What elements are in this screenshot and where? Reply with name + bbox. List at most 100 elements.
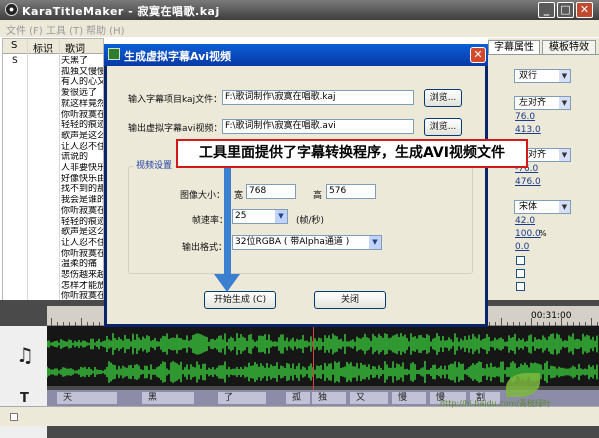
- browse-output-button[interactable]: 浏览...: [424, 118, 462, 136]
- align-select-value: 左对齐: [519, 98, 547, 108]
- app-icon: [5, 3, 18, 16]
- fps-select[interactable]: 25 ▼: [232, 209, 288, 224]
- ruler-tick: [51, 318, 52, 326]
- tab-template-effects[interactable]: 模板特效: [542, 40, 596, 54]
- lyric-row[interactable]: 天黑了: [61, 56, 103, 66]
- dialog-close-icon[interactable]: ✕: [470, 47, 486, 63]
- col-header-s[interactable]: S: [11, 40, 17, 51]
- scale-value[interactable]: 100.0: [515, 229, 541, 239]
- input-kaj-field[interactable]: F:\歌词制作\寂寞在唱歌.kaj: [222, 90, 414, 105]
- output-avi-field[interactable]: F:\歌词制作\寂寞在唱歌.avi: [222, 119, 414, 134]
- annotation-arrow-head: [214, 274, 240, 292]
- col-header-mark[interactable]: 标识: [33, 40, 53, 55]
- annotation-arrow: [224, 168, 231, 274]
- lyric-row[interactable]: 让人忍不住: [61, 142, 103, 152]
- menu-file[interactable]: 文件 (F): [6, 22, 43, 37]
- option-checkbox[interactable]: [516, 282, 525, 291]
- dialog-title-bar[interactable]: 生成虚拟字幕Avi视频 ✕: [104, 44, 488, 66]
- col-header-lyric[interactable]: 歌词: [65, 40, 85, 55]
- height-label: 高: [313, 191, 323, 201]
- image-size-label: 图像大小：: [180, 191, 226, 201]
- width-field[interactable]: 768: [246, 184, 296, 199]
- subtitle-block[interactable]: 独: [312, 392, 346, 404]
- dialog-icon: [108, 48, 120, 60]
- option-checkbox[interactable]: [516, 269, 525, 278]
- lyric-row[interactable]: 温柔的痛: [61, 259, 103, 269]
- lyric-row[interactable]: 歌声是这么: [61, 227, 103, 237]
- format-select-value: 32位RGBA ( 带Alpha通道 ): [235, 237, 350, 247]
- lyric-row[interactable]: 歌声是这么: [61, 131, 103, 141]
- lyric-row[interactable]: 悲伤越来越: [61, 270, 103, 280]
- width-label: 宽: [234, 191, 244, 201]
- column-divider: [27, 39, 28, 329]
- dialog-close-button[interactable]: 关闭: [314, 291, 386, 309]
- lyric-row[interactable]: 你听寂寞在: [61, 249, 103, 259]
- font-select[interactable]: 宋体 ▼: [514, 200, 571, 214]
- lyric-row[interactable]: 你听寂寞在: [61, 110, 103, 120]
- rotation-value[interactable]: 0.0: [515, 242, 529, 252]
- subtitle-block[interactable]: 天: [57, 392, 117, 404]
- fps-label: 帧速率：: [192, 216, 229, 226]
- lyric-row[interactable]: 轻轻的痕迹: [61, 217, 103, 227]
- column-divider: [59, 39, 60, 329]
- format-select[interactable]: 32位RGBA ( 带Alpha通道 ) ▼: [232, 235, 382, 250]
- option-checkbox[interactable]: [516, 256, 525, 265]
- align-select[interactable]: 左对齐 ▼: [514, 96, 571, 110]
- subtitle-block[interactable]: 孤: [286, 392, 310, 404]
- start-generate-button[interactable]: 开始生成 (C): [204, 291, 276, 309]
- ruler-tick: [591, 318, 592, 326]
- status-bar: [0, 406, 599, 426]
- subtitle-block[interactable]: 了: [218, 392, 266, 404]
- text-track-icon[interactable]: T: [20, 391, 29, 406]
- subtitle-block[interactable]: 慢: [392, 392, 426, 404]
- chevron-down-icon: ▼: [559, 201, 570, 213]
- percent-unit: %: [539, 229, 547, 238]
- fps-unit: (帧/秒): [296, 216, 325, 226]
- chevron-down-icon: ▼: [369, 236, 381, 249]
- menu-bar: 文件 (F) 工具 (T) 帮助 (H): [0, 20, 599, 37]
- height-field[interactable]: 576: [326, 184, 376, 199]
- layout-select-value: 双行: [519, 71, 538, 81]
- tab-subtitle-props[interactable]: 字幕属性: [488, 40, 540, 54]
- pos-x-value[interactable]: 76.0: [515, 112, 535, 122]
- maximize-button[interactable]: □: [557, 2, 574, 18]
- lyric-row[interactable]: 人非要快乐: [61, 163, 103, 173]
- format-label: 输出格式：: [182, 243, 228, 253]
- menu-tools[interactable]: 工具 (T): [46, 22, 83, 37]
- lyric-row[interactable]: 谎说的: [61, 152, 103, 162]
- row-mark: S: [12, 56, 18, 66]
- lyric-row[interactable]: 爱很远了: [61, 88, 103, 98]
- pos-y-value[interactable]: 413.0: [515, 125, 541, 135]
- playhead[interactable]: [313, 326, 314, 390]
- lyric-row[interactable]: 轻轻的痕迹: [61, 120, 103, 130]
- lyric-row[interactable]: 就这样竟然: [61, 99, 103, 109]
- output-avi-label: 输出虚拟字幕avi视频：: [128, 124, 223, 134]
- lyric-row[interactable]: 我会是谁的: [61, 195, 103, 205]
- dialog-title: 生成虚拟字幕Avi视频: [124, 50, 232, 63]
- layout-select[interactable]: 双行 ▼: [514, 69, 571, 83]
- lyric-row[interactable]: 找不到的那: [61, 184, 103, 194]
- lyric-row[interactable]: 孤独又慢慢: [61, 67, 103, 77]
- lyric-row[interactable]: 怎样才能放: [61, 281, 103, 291]
- menu-help[interactable]: 帮助 (H): [86, 22, 125, 37]
- browse-input-button[interactable]: 浏览...: [424, 89, 462, 107]
- subtitle-block[interactable]: 黑: [142, 392, 194, 404]
- chevron-down-icon: ▼: [275, 210, 287, 223]
- lyric-row[interactable]: 让人忍不住: [61, 238, 103, 248]
- font-select-value: 宋体: [519, 202, 538, 212]
- font-size-value[interactable]: 42.0: [515, 216, 535, 226]
- lyric-row[interactable]: 好像快乐由: [61, 174, 103, 184]
- watermark-url: http://hi.baidu.com/青枝绿叶: [440, 399, 552, 408]
- time-label: 00:31:00: [531, 311, 572, 321]
- minimize-button[interactable]: _: [538, 2, 555, 18]
- chevron-down-icon: ▼: [559, 70, 570, 82]
- window-close-button[interactable]: ✕: [576, 2, 593, 18]
- offset-y-value[interactable]: 476.0: [515, 177, 541, 187]
- tab-divider: [488, 54, 599, 55]
- subtitle-block[interactable]: 又: [350, 392, 388, 404]
- music-note-icon[interactable]: ♫: [16, 343, 34, 367]
- lyric-list[interactable]: S 标识 歌词 S 天黑了 孤独又慢慢 有人的心又 爱很远了 就这样竟然 你听寂寞在 轻轻的…: [2, 38, 104, 330]
- fps-select-value: 25: [235, 211, 247, 221]
- lyric-row[interactable]: 你听寂寞在: [61, 206, 103, 216]
- lyric-row[interactable]: 有人的心又: [61, 77, 103, 87]
